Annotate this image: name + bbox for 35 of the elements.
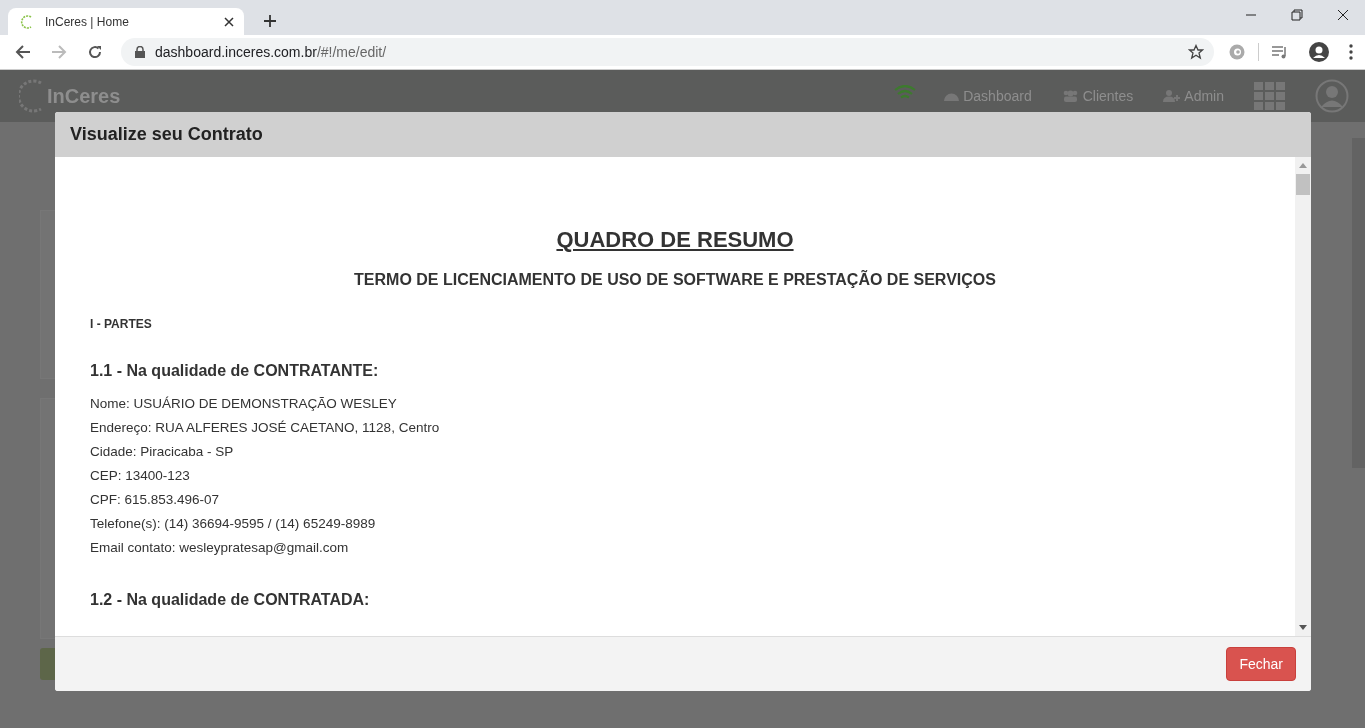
back-icon[interactable] xyxy=(15,44,31,60)
lock-icon xyxy=(135,46,145,58)
party-detail: CPF: 615.853.496-07 xyxy=(90,492,220,507)
party-heading: 1.1 - Na qualidade de CONTRATANTE: xyxy=(90,362,379,379)
party-detail: Nome: USUÁRIO DE DEMONSTRAÇÃO WESLEY xyxy=(90,396,397,411)
menu-icon[interactable] xyxy=(1349,44,1353,60)
scrollbar[interactable] xyxy=(1295,157,1311,636)
section-heading: I - PARTES xyxy=(90,317,152,331)
close-button[interactable]: Fechar xyxy=(1226,647,1296,681)
tab-title: InCeres | Home xyxy=(45,14,130,29)
modal-title: Visualize seu Contrato xyxy=(70,124,263,145)
browser-tab[interactable]: InCeres | Home xyxy=(8,8,244,35)
close-icon[interactable] xyxy=(224,16,234,27)
profile-icon[interactable] xyxy=(1309,42,1329,62)
document-subtitle: TERMO DE LICENCIAMENTO DE USO DE SOFTWARE E PRESTAÇÃO DE SERVIÇOS xyxy=(354,271,996,288)
party-detail: Telefone(s): (14) 36694-9595 / (14) 65249-8989 xyxy=(90,516,376,531)
document-title: QUADRO DE RESUMO xyxy=(556,227,794,252)
star-icon[interactable] xyxy=(1188,44,1204,60)
close-icon[interactable] xyxy=(1337,9,1349,21)
party-detail: CEP: 13400-123 xyxy=(90,468,190,483)
party-detail: Endereço: RUA ALFERES JOSÉ CAETANO, 1128, Centro xyxy=(90,420,440,435)
scroll-thumb[interactable] xyxy=(1296,174,1310,195)
users-icon xyxy=(1061,90,1079,102)
party-detail: Email contato: wesleypratesap@gmail.com xyxy=(90,540,349,555)
restore-icon[interactable] xyxy=(1291,9,1303,21)
url-text: dashboard.inceres.com.br/#!/me/edit/ xyxy=(155,44,388,60)
media-icon[interactable] xyxy=(1271,44,1289,60)
address-bar[interactable]: dashboard.inceres.com.br/#!/me/edit/ xyxy=(121,38,1214,66)
party-detail: Cidade: Piracicaba - SP xyxy=(90,444,234,459)
wifi-icon xyxy=(894,85,917,101)
scroll-down-icon[interactable] xyxy=(1299,625,1307,630)
party-heading: 1.2 - Na qualidade de CONTRATADA: xyxy=(90,591,370,608)
new-tab-icon[interactable] xyxy=(263,14,277,28)
reload-icon[interactable] xyxy=(87,44,103,60)
add-user-icon xyxy=(1163,90,1181,102)
